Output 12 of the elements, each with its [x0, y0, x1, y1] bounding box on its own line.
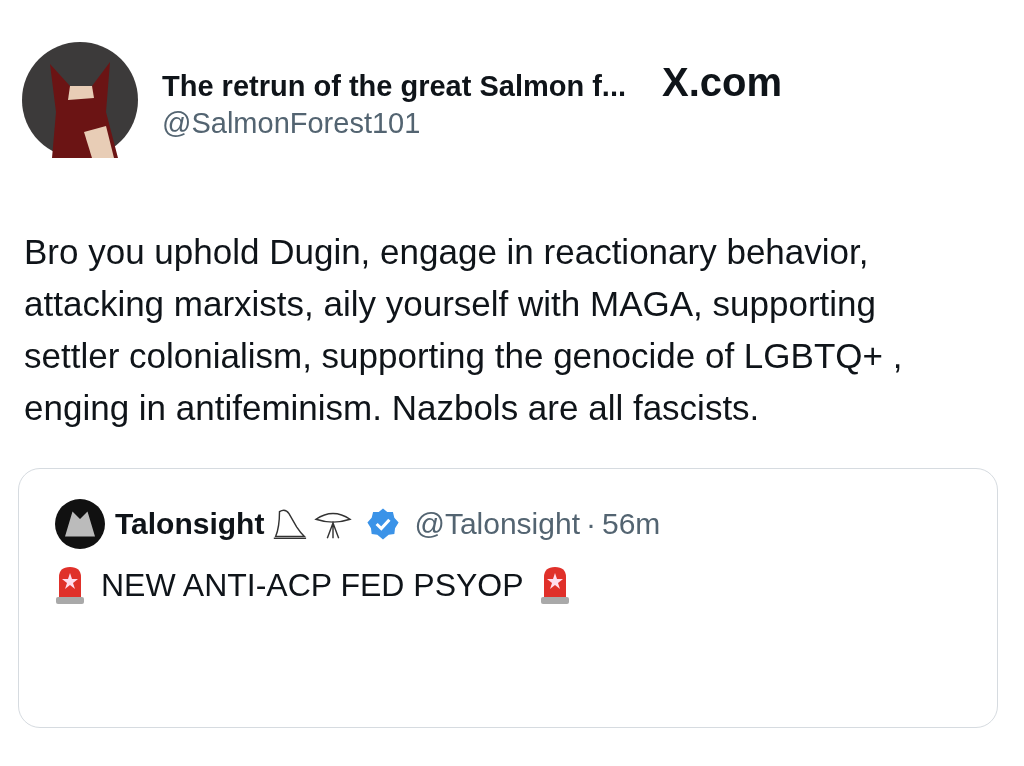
- tweet-text: Bro you uphold Dugin, engage in reactionary behavior, attacking marxists, aily yourself with MAGA, supporting settler colonialism, supporting the genocide of LGBTQ+ , enging in antifeminism. Nazbols are all fascists.: [24, 231, 904, 429]
- post-time: 56m: [602, 507, 661, 541]
- display-name: The retrun of the great Salmon f...: [162, 70, 627, 103]
- quoted-tweet-text: NEW ANTI-ACP FED PSYOP: [101, 566, 524, 604]
- separator-dot: ·: [586, 507, 596, 541]
- siren-icon: [539, 565, 570, 605]
- quoted-user-handle: @Talonsight: [414, 507, 580, 541]
- quoted-display-name: Talonsight: [115, 507, 265, 541]
- siren-icon: [55, 565, 85, 605]
- avatar: [55, 499, 105, 549]
- site-label: X.com: [662, 60, 783, 105]
- user-handle: @SalmonForest101: [162, 107, 422, 140]
